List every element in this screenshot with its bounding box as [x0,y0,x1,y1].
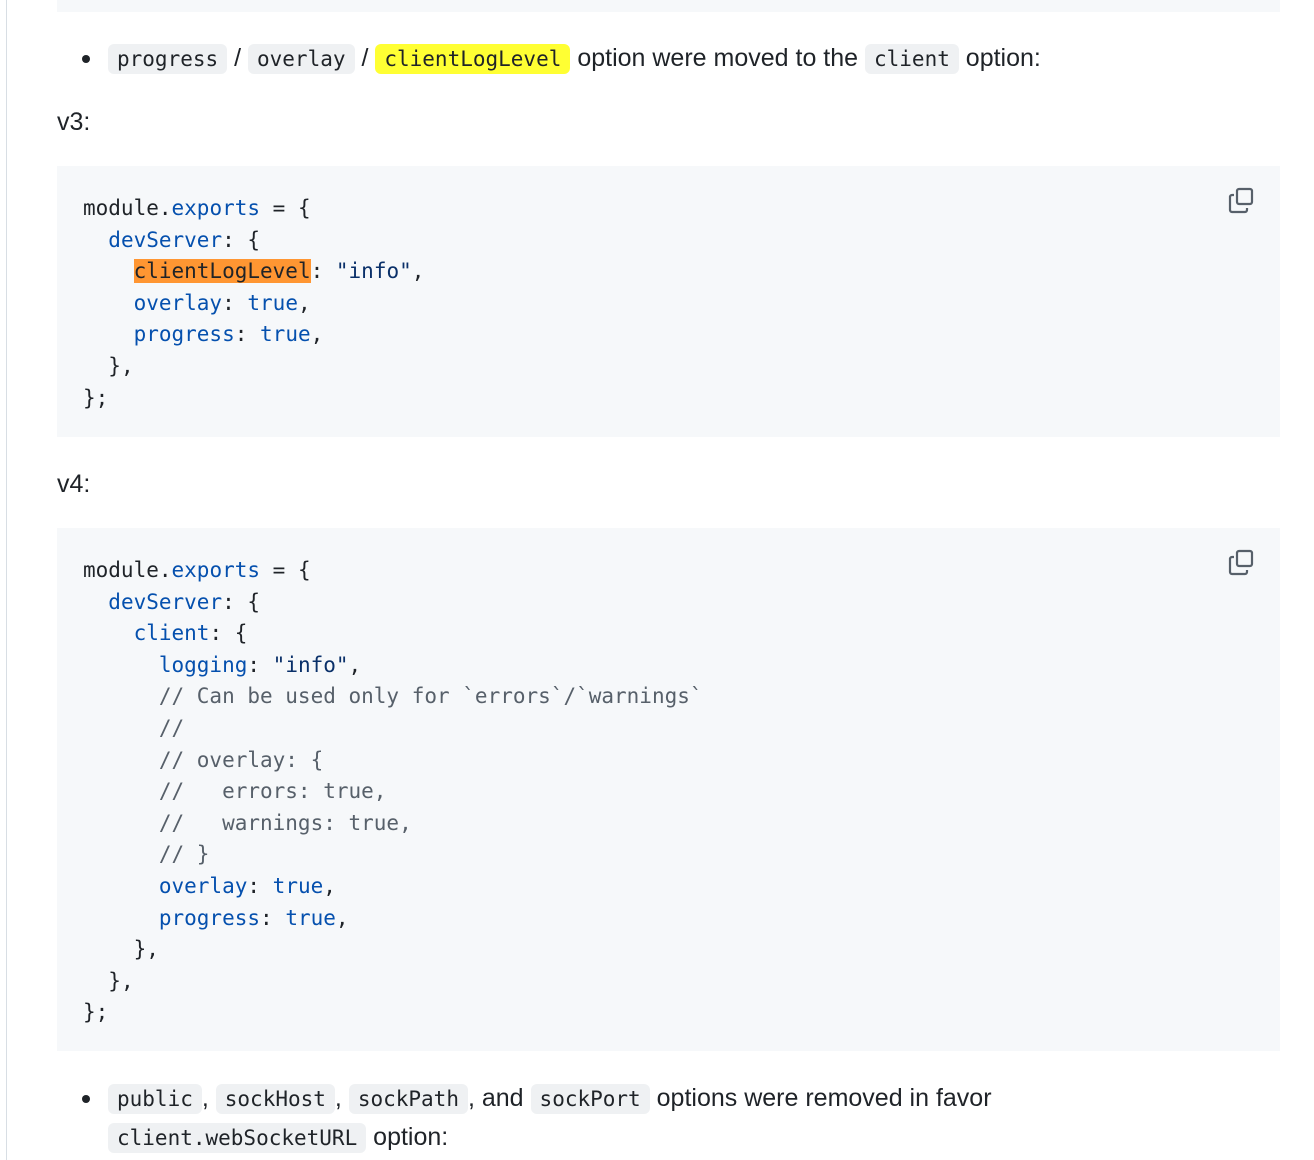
separator: , [201,1084,216,1112]
code-overlay: overlay [248,44,355,74]
separator: / [227,44,248,72]
bullet-dot [82,55,90,63]
code-sockpath: sockPath [348,1084,468,1114]
separator: , [334,1084,349,1112]
v3-label: v3: [57,108,91,136]
code-block-v4: module.exports = { devServer: { client: … [57,528,1280,1051]
v4-label: v4: [57,470,91,498]
code-client: client [865,44,959,74]
copy-button[interactable] [1226,186,1256,216]
separator: , and [467,1084,531,1112]
list-item-socket-options: public, sockHost, sockPath, and sockPort… [82,1079,992,1119]
previous-code-block-edge [57,0,1280,12]
separator: / [354,44,376,72]
code-v3: module.exports = { devServer: { clientLo… [83,196,425,410]
code-sockhost: sockHost [215,1084,335,1114]
bullet-text: option were moved to the [570,44,865,72]
bullet-text: option: [366,1123,449,1151]
code-clientloglevel-highlighted: clientLogLevel [375,44,571,74]
copy-icon [1228,549,1254,576]
search-match-highlight: clientLogLevel [133,259,311,284]
list-item-socket-options-continued: client.webSocketURL option: [84,1118,448,1158]
blockquote-left-border [6,0,7,1160]
bullet-text: option: [958,44,1041,72]
code-public: public [108,1084,202,1114]
code-progress: progress [108,44,228,74]
copy-icon [1228,187,1254,214]
code-sockport: sockPort [530,1084,650,1114]
code-client-websocketurl: client.webSocketURL [108,1123,367,1153]
code-block-v3: module.exports = { devServer: { clientLo… [57,166,1280,437]
list-item-client-options: progress / overlay / clientLogLevel opti… [82,39,1041,79]
bullet-dot [82,1095,90,1103]
bullet-text: options were removed in favor [649,1084,992,1112]
code-v4: module.exports = { devServer: { client: … [83,558,703,1025]
copy-button[interactable] [1226,548,1256,578]
